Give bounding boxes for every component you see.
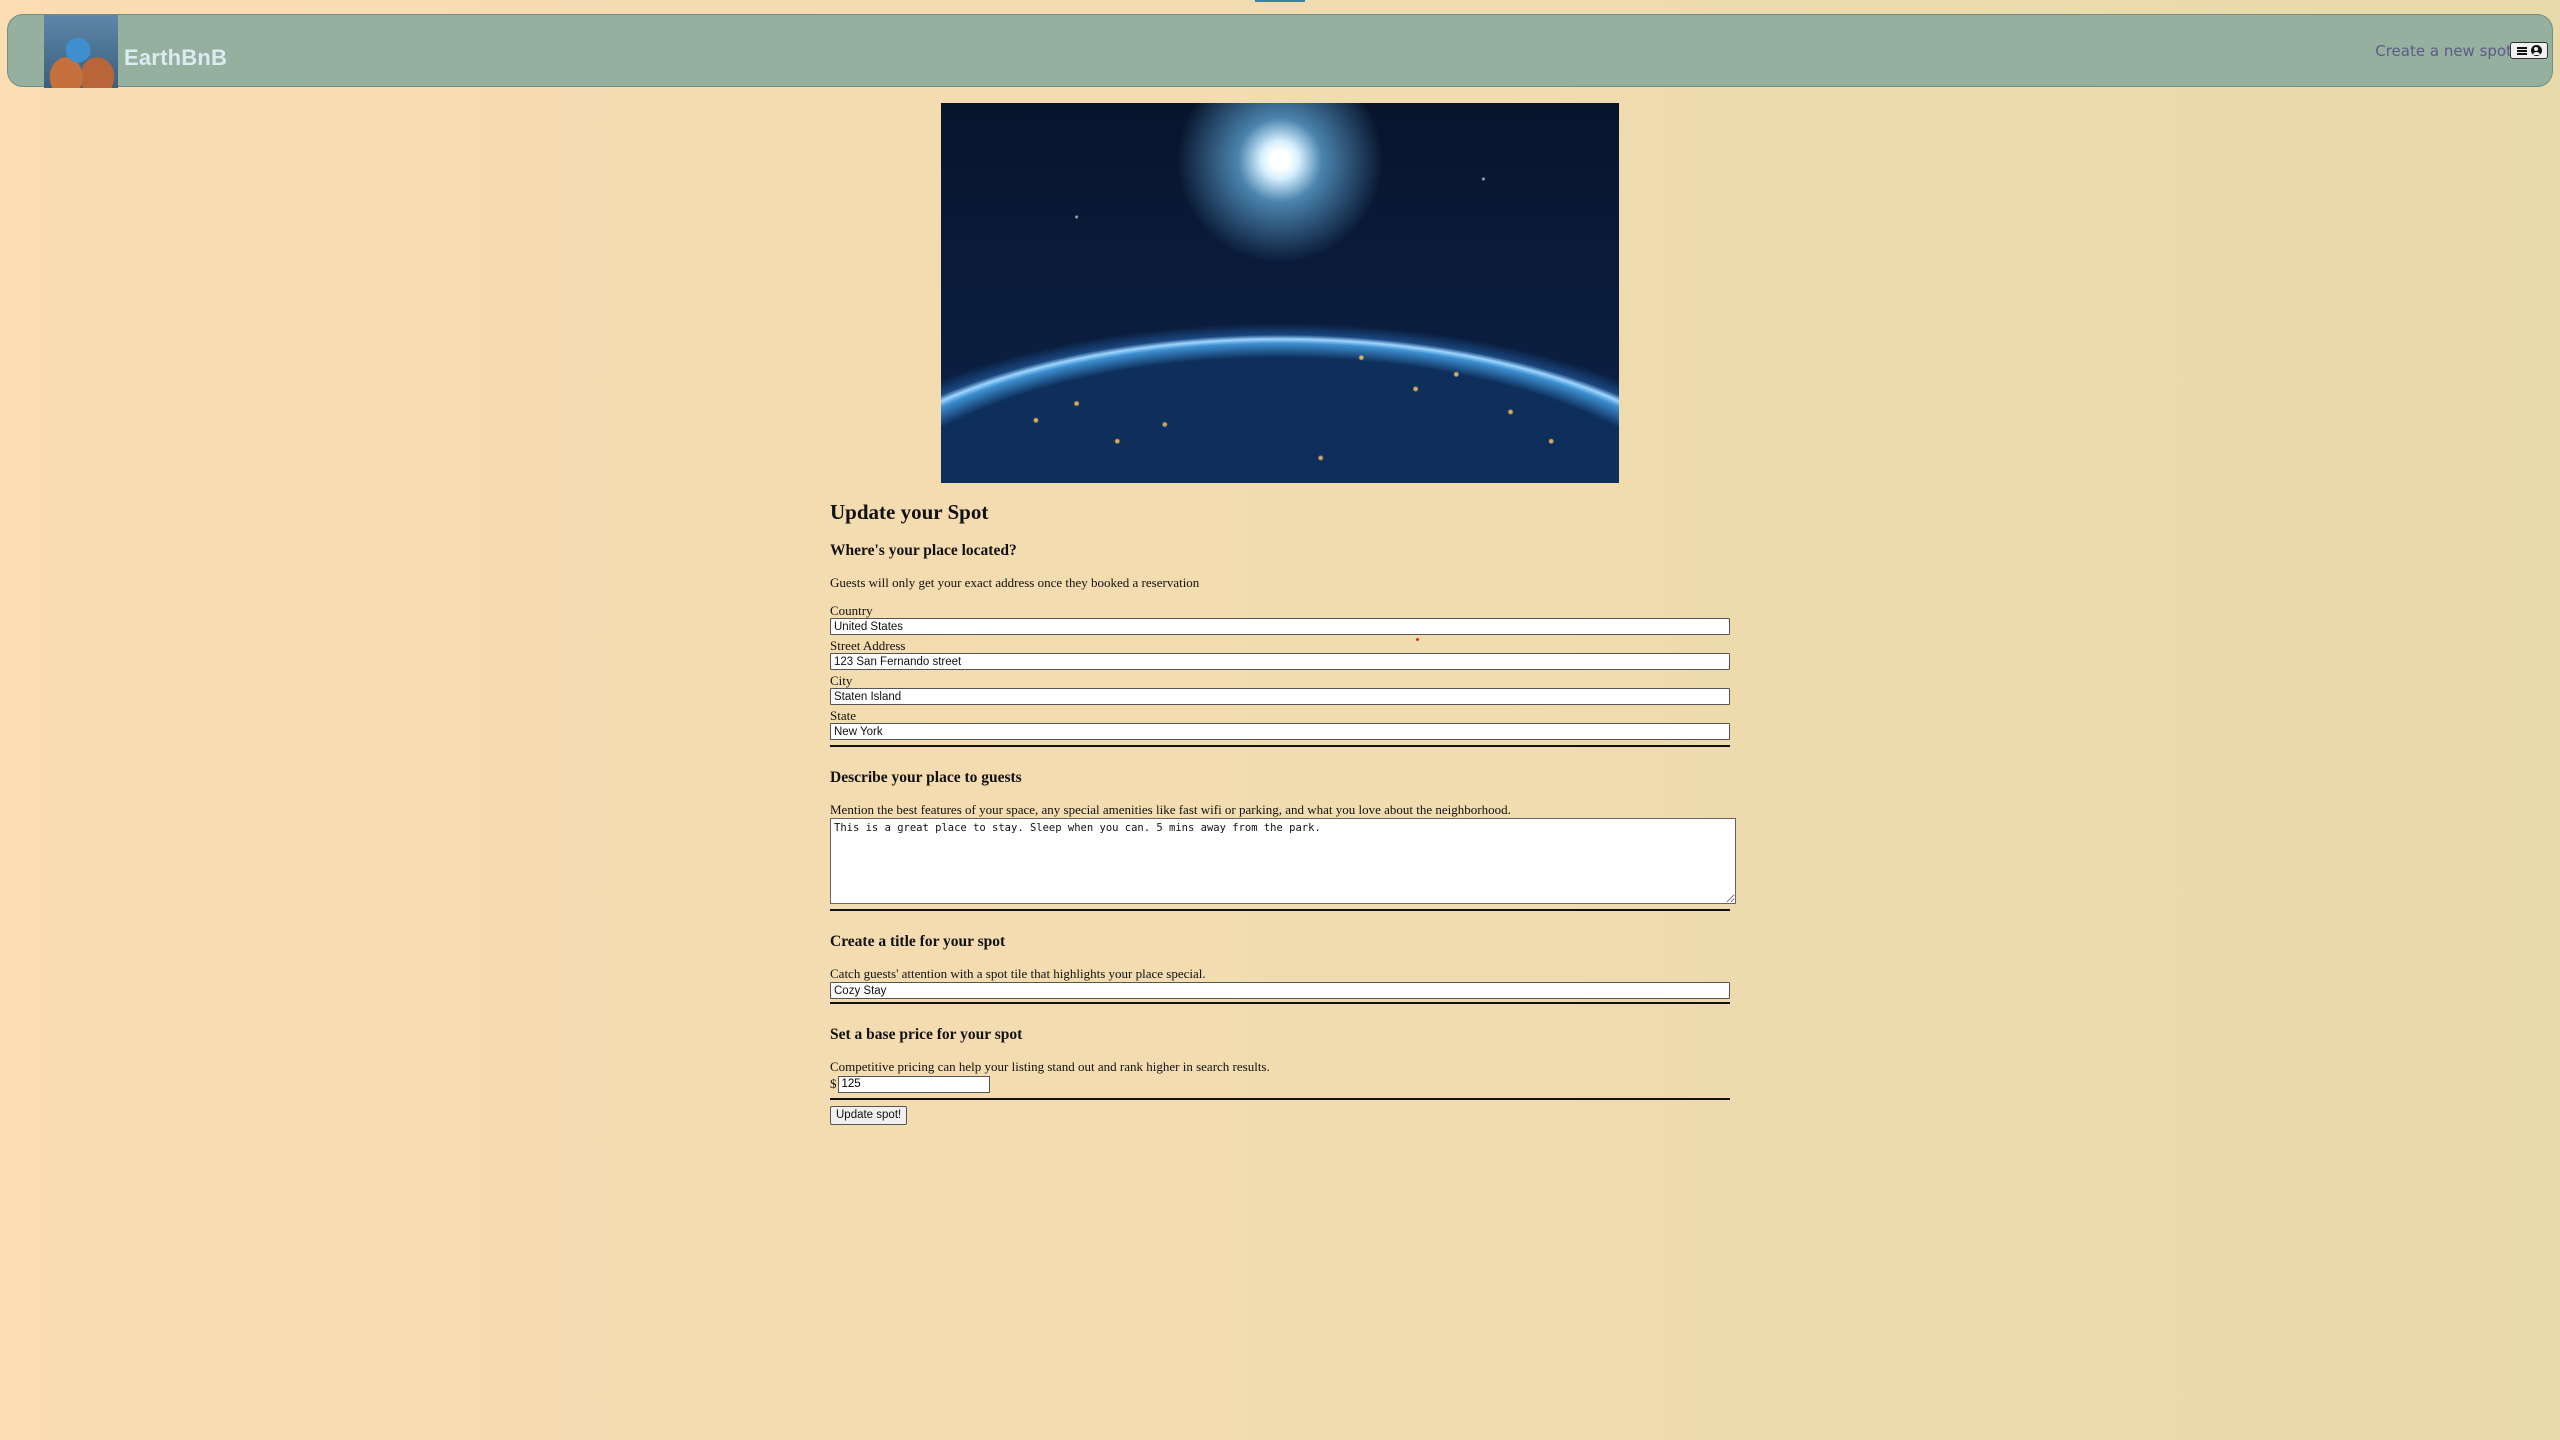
price-description: Competitive pricing can help your listin… — [830, 1059, 1270, 1074]
price-heading: Set a base price for your spot — [830, 1026, 1023, 1043]
country-label: Country — [830, 603, 873, 618]
update-spot-form: Update your Spot Where's your place loca… — [830, 498, 1736, 1125]
state-input[interactable] — [830, 723, 1730, 740]
price-input[interactable] — [837, 1075, 990, 1093]
create-new-spot-link[interactable]: Create a new spot — [2375, 42, 2512, 60]
navbar: EarthBnB Create a new spot — [7, 14, 2553, 88]
profile-menu-button[interactable] — [2510, 42, 2548, 59]
street-address-input[interactable] — [830, 653, 1730, 670]
street-address-label: Street Address — [830, 638, 906, 653]
spot-title-input[interactable] — [830, 982, 1730, 999]
top-scroll-indicator — [1255, 0, 1305, 2]
logo-icon[interactable] — [44, 15, 118, 88]
location-description: Guests will only get your exact address … — [830, 575, 1200, 590]
page-title: Update your Spot — [830, 500, 989, 524]
user-circle-icon — [2530, 45, 2542, 56]
city-input[interactable] — [830, 688, 1730, 705]
brand-name[interactable]: EarthBnB — [124, 45, 227, 71]
section-divider — [830, 909, 1730, 911]
section-divider — [830, 1002, 1730, 1004]
state-label: State — [830, 708, 856, 723]
city-lights — [941, 274, 1619, 483]
country-input[interactable] — [830, 618, 1730, 635]
describe-heading: Describe your place to guests — [830, 769, 1022, 786]
update-spot-button[interactable]: Update spot! — [830, 1105, 908, 1125]
description-textarea[interactable]: This is a great place to stay. Sleep whe… — [830, 818, 1736, 904]
currency-symbol: $ — [830, 1076, 837, 1091]
section-divider — [830, 745, 1730, 747]
title-description: Catch guests' attention with a spot tile… — [830, 966, 1206, 981]
describe-description: Mention the best features of your space,… — [830, 802, 1511, 817]
section-divider — [830, 1098, 1730, 1100]
city-label: City — [830, 673, 853, 688]
title-heading: Create a title for your spot — [830, 933, 1006, 950]
price-row: $ — [830, 1075, 1730, 1093]
hero-earth-image — [941, 103, 1619, 483]
menu-icon — [2516, 46, 2527, 55]
location-heading: Where's your place located? — [830, 542, 1017, 559]
